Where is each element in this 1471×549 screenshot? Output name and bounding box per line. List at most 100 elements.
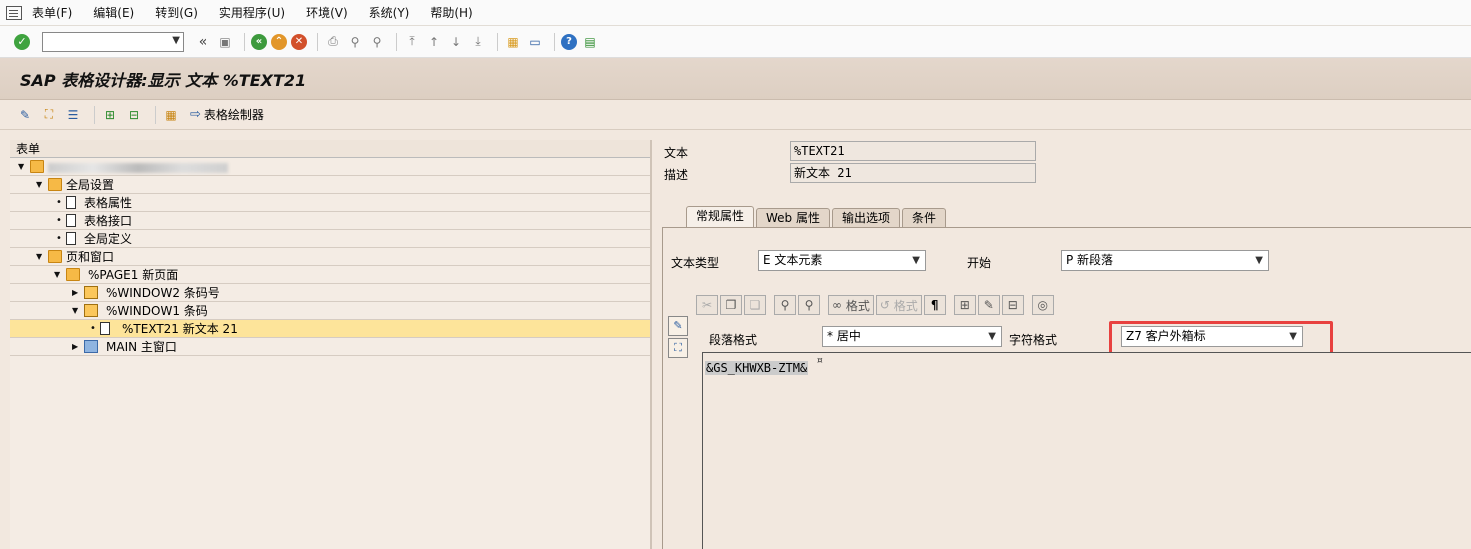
menu-form[interactable]: 表单(F) — [32, 4, 72, 21]
find-replace-icon[interactable]: ⚲ — [798, 295, 820, 315]
tab-web-attributes[interactable]: Web 属性 — [756, 208, 830, 227]
next-page-icon[interactable]: ↓ — [447, 33, 465, 51]
enter-check-icon[interactable]: ✓ — [14, 33, 30, 50]
folder-open-icon — [48, 250, 62, 263]
text-editor[interactable]: &GS_KHWXB-ZTM& ¤ — [702, 352, 1471, 549]
tab-output-options[interactable]: 输出选项 — [832, 208, 901, 227]
standard-toolbar: ✓ « ▣ « ⌃ ✕ ⎙ ⚲ ⚲ ⤒ ↑ ↓ ⤓ ▦ ▭ ? ▤ — [0, 26, 1471, 58]
tree-row-label: 表格接口 — [84, 214, 133, 228]
expand-triangle-icon[interactable]: ▼ — [72, 302, 78, 320]
tab-conditions[interactable]: 条件 — [902, 208, 947, 227]
display-change-icon[interactable]: ✎ — [16, 106, 34, 124]
hierarchy-icon[interactable]: ⛶ — [40, 106, 58, 124]
paragraph-format-select[interactable]: * 居中 — [822, 326, 1002, 347]
tree-header: 表单 — [10, 140, 650, 158]
application-toolbar: ✎ ⛶ ☰ ⊞ ⊟ ▦ ⇨ 表格绘制器 — [0, 100, 1471, 130]
first-page-icon[interactable]: ⤒ — [403, 33, 421, 51]
preview-icon[interactable]: ◎ — [1031, 295, 1054, 315]
menu-utilities[interactable]: 实用程序(U) — [219, 4, 285, 21]
expand-triangle-icon[interactable]: ▼ — [36, 248, 42, 266]
command-field[interactable] — [42, 31, 184, 52]
menu-icon[interactable] — [6, 5, 22, 20]
object-list-icon[interactable]: ☰ — [64, 106, 82, 124]
collapse-triangle-icon[interactable]: ▶ — [72, 284, 78, 302]
save-icon[interactable]: ▣ — [216, 33, 234, 51]
tree-row-text21[interactable]: • %TEXT21 新文本 21 — [10, 320, 650, 338]
format-button-label: 格式 — [845, 298, 870, 313]
document-icon — [66, 196, 76, 209]
tree-row-window2[interactable]: ▶ %WINDOW2 条码号 — [10, 284, 650, 302]
edit-pen-icon[interactable]: ✎ — [977, 295, 1000, 315]
menu-help[interactable]: 帮助(H) — [430, 4, 472, 21]
field-list-icon[interactable]: ▦ — [162, 106, 180, 124]
previous-page-icon[interactable]: ↑ — [425, 33, 443, 51]
tree-row-window1[interactable]: ▼ %WINDOW1 条码 — [10, 302, 650, 320]
menu-edit[interactable]: 编辑(E) — [93, 4, 134, 21]
find-icon[interactable]: ⚲ — [774, 295, 796, 315]
exit-icon[interactable]: ⌃ — [271, 33, 287, 50]
tree-row-global-definitions[interactable]: • 全局定义 — [10, 230, 650, 248]
leaf-bullet-icon: • — [56, 233, 62, 244]
menu-system[interactable]: 系统(Y) — [369, 4, 410, 21]
new-session-icon[interactable]: ▦ — [504, 33, 522, 51]
toolbar-separator — [396, 32, 397, 51]
text-type-select[interactable]: E 文本元素 — [758, 250, 926, 271]
tree-row-pages-windows[interactable]: ▼ 页和窗口 — [10, 248, 650, 266]
expand-all-icon[interactable]: ⊞ — [101, 106, 119, 124]
description-label: 描述 — [664, 168, 689, 182]
layout-menu-icon[interactable]: ▤ — [581, 33, 599, 51]
editor-hierarchy-icon[interactable]: ⛶ — [668, 338, 688, 358]
copy-icon[interactable]: ❐ — [720, 295, 742, 315]
paste-icon[interactable]: ❏ — [744, 295, 766, 315]
paragraph-mark-icon[interactable]: ¶ — [923, 295, 946, 315]
cut-icon[interactable]: ✂ — [696, 295, 718, 315]
tree-row-label: %WINDOW1 条码 — [106, 304, 208, 318]
tree-row-label: 表格属性 — [84, 196, 133, 210]
toolbar-separator — [94, 105, 95, 124]
tree-row-page1[interactable]: ▼ %PAGE1 新页面 — [10, 266, 650, 284]
print-icon[interactable]: ⎙ — [324, 33, 342, 51]
help-icon[interactable]: ? — [561, 33, 577, 50]
leaf-bullet-icon: • — [90, 323, 96, 334]
expand-triangle-icon[interactable]: ▼ — [54, 266, 60, 284]
last-page-icon[interactable]: ⤓ — [469, 33, 487, 51]
start-label: 开始 — [967, 256, 992, 270]
format-button[interactable]: ∞ 格式 — [828, 295, 874, 315]
tree-row-form-interface[interactable]: • 表格接口 — [10, 212, 650, 230]
find-icon[interactable]: ⚲ — [346, 33, 364, 51]
back-icon[interactable]: « — [251, 33, 267, 50]
collapse-triangle-icon[interactable]: ▶ — [72, 338, 78, 356]
description-field[interactable]: 新文本 21 — [790, 163, 1036, 183]
editor-change-icon[interactable]: ✎ — [668, 316, 688, 336]
find-next-icon[interactable]: ⚲ — [368, 33, 386, 51]
text-name-field[interactable]: %TEXT21 — [790, 141, 1036, 161]
tree-row-global-settings[interactable]: ▼ 全局设置 — [10, 176, 650, 194]
leaf-bullet-icon: • — [56, 197, 62, 208]
tree-row-root[interactable]: ▼ — [10, 158, 650, 176]
detail-panel: 文本 %TEXT21 描述 新文本 21 常规属性 Web 属性 输出选项 条件… — [656, 130, 1471, 549]
collapse-arrows-icon[interactable]: « — [194, 33, 212, 51]
undo-icon: ↺ — [879, 298, 890, 312]
editor-text[interactable]: &GS_KHWXB-ZTM& — [705, 361, 809, 375]
insert-row-icon[interactable]: ⊞ — [953, 295, 976, 315]
menu-environment[interactable]: 环境(V) — [306, 4, 348, 21]
form-painter-button[interactable]: ⇨ 表格绘制器 — [190, 106, 264, 123]
start-select[interactable]: P 新段落 — [1061, 250, 1269, 271]
cancel-icon[interactable]: ✕ — [291, 33, 307, 50]
shortcut-icon[interactable]: ▭ — [526, 33, 544, 51]
window-icon — [84, 286, 98, 299]
collapse-all-icon[interactable]: ⊟ — [125, 106, 143, 124]
tab-general-attributes[interactable]: 常规属性 — [686, 206, 755, 227]
undo-format-button[interactable]: ↺ 格式 — [875, 295, 922, 315]
document-icon — [66, 214, 76, 227]
expand-triangle-icon[interactable]: ▼ — [36, 176, 42, 194]
menu-goto[interactable]: 转到(G) — [155, 4, 198, 21]
delete-row-icon[interactable]: ⊟ — [1001, 295, 1024, 315]
tree-row-form-attributes[interactable]: • 表格属性 — [10, 194, 650, 212]
paragraph-format-label: 段落格式 — [709, 333, 758, 347]
folder-open-icon — [30, 160, 44, 173]
toolbar-separator — [155, 105, 156, 124]
command-input[interactable] — [43, 32, 163, 51]
expand-triangle-icon[interactable]: ▼ — [18, 158, 24, 176]
tree-row-main[interactable]: ▶ MAIN 主窗口 — [10, 338, 650, 356]
